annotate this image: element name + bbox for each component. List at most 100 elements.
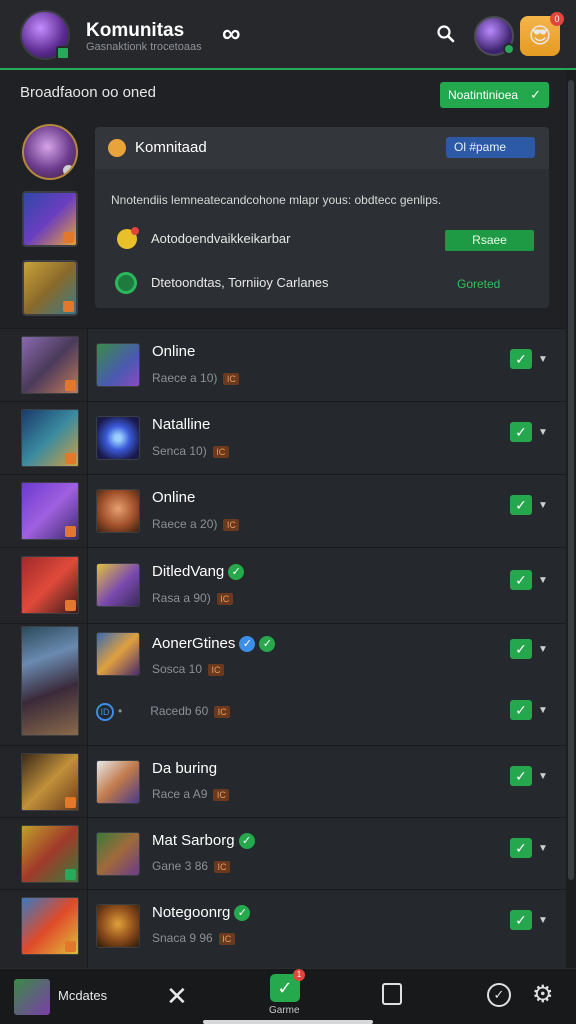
corner-badge-icon — [63, 301, 74, 312]
game-thumbnail — [21, 825, 79, 883]
corner-badge-icon — [65, 941, 76, 952]
coin-icon — [108, 139, 126, 157]
app-subtitle: Gasnaktionk trocetoaas — [86, 41, 202, 53]
channel-avatar-3[interactable] — [22, 260, 78, 316]
card-pill-button[interactable]: Ol #pame — [446, 137, 535, 158]
verified-icon: ✓ — [238, 833, 255, 849]
notifications-chip-label: Noatintinioea — [448, 88, 519, 102]
member-meta: ID • Racedb 60 IC — [96, 703, 231, 721]
member-meta: Raece a 20) IC — [152, 517, 240, 531]
check-toggle[interactable]: ✓ — [510, 570, 532, 590]
game-thumbnail — [21, 482, 79, 540]
scrollbar[interactable] — [566, 70, 576, 968]
member-meta: Rasa a 90) IC — [152, 591, 233, 605]
list-item[interactable]: Online Raece a 20) IC ✓ ▼ — [0, 474, 566, 547]
verified-icon: ✓ — [239, 636, 256, 652]
list-item[interactable]: Online Raece a 10) IC ✓ ▼ — [0, 328, 566, 401]
app-title: Komunitas — [86, 20, 185, 41]
member-meta: Snaca 9 96 IC — [152, 931, 235, 945]
game-tab-label[interactable]: Garme — [269, 1005, 300, 1016]
avatar — [96, 416, 140, 460]
id-circle-icon: ID — [96, 703, 114, 721]
channel-avatar-2[interactable] — [22, 191, 78, 247]
verified-icon: ✓ — [228, 564, 245, 580]
member-meta: Senca 10) IC — [152, 444, 229, 458]
list-item[interactable]: Mat Sarborg ✓ Gane 3 86 IC ✓ ▼ — [0, 817, 566, 889]
avatar — [96, 489, 140, 533]
check-toggle[interactable]: ✓ — [510, 495, 532, 515]
check-toggle[interactable]: ✓ — [510, 349, 532, 369]
chevron-down-icon[interactable]: ▼ — [538, 843, 548, 854]
verified-icon: ✓ — [259, 636, 276, 652]
check-toggle[interactable]: ✓ — [510, 639, 532, 659]
chevron-down-icon[interactable]: ▼ — [538, 500, 548, 511]
card-row-1[interactable]: Aotodoendvaikkeikarbar — [111, 227, 290, 249]
close-icon[interactable]: ✕ — [166, 981, 188, 1012]
verified-icon: ✓ — [234, 905, 251, 921]
channel-avatar-1[interactable] — [22, 124, 78, 180]
member-meta: Gane 3 86 IC — [152, 859, 231, 873]
nav-label[interactable]: Mcdates — [58, 988, 107, 1003]
emoji-icon — [117, 227, 139, 249]
avatar — [96, 632, 140, 676]
chevron-down-icon[interactable]: ▼ — [538, 575, 548, 586]
bottom-nav: Mcdates ✕ ✓ 1 Garme ✓ ⚙ — [0, 968, 576, 1024]
game-thumbnail — [21, 753, 79, 811]
chevron-down-icon[interactable]: ▼ — [538, 771, 548, 782]
game-thumbnail — [21, 897, 79, 955]
check-toggle[interactable]: ✓ — [510, 422, 532, 442]
card-row-1-button[interactable]: Rsaee — [445, 230, 534, 251]
user-avatar[interactable] — [474, 16, 515, 56]
member-name: Da buring — [152, 760, 218, 777]
card-row-2-status: Goreted — [457, 277, 501, 291]
check-circle-icon[interactable]: ✓ — [487, 983, 511, 1007]
list-item[interactable]: Notegoonrg ✓ Snaca 9 96 IC ✓ ▼ — [0, 889, 566, 968]
corner-badge-icon — [63, 165, 74, 176]
card-row-2[interactable]: Dtetoondtas, Torniioy Carlanes — [111, 272, 329, 294]
member-name: Natalline — [152, 416, 211, 433]
corner-badge-icon — [65, 453, 76, 464]
document-icon[interactable] — [382, 983, 402, 1005]
checkmark-icon: ✓ — [530, 87, 541, 102]
community-avatar[interactable] — [20, 10, 70, 60]
check-toggle[interactable]: ✓ — [510, 910, 532, 930]
member-name: Online — [152, 343, 196, 360]
corner-badge-icon — [65, 526, 76, 537]
tag-badge: IC — [213, 789, 230, 801]
check-toggle[interactable]: ✓ — [510, 766, 532, 786]
search-icon[interactable] — [436, 24, 456, 44]
online-badge-icon — [56, 46, 70, 60]
list-item[interactable]: AonerGtines ✓ ✓ Sosca 10 IC ✓ ▼ ID • Racedb 6… — [0, 623, 566, 745]
avatar — [96, 343, 140, 387]
nav-game-thumbnail[interactable] — [14, 979, 50, 1015]
chevron-down-icon[interactable]: ▼ — [538, 427, 548, 438]
scrollbar-thumb[interactable] — [568, 80, 574, 880]
chevron-down-icon[interactable]: ▼ — [538, 915, 548, 926]
notification-count-badge: 0 — [550, 12, 564, 26]
chevron-down-icon[interactable]: ▼ — [538, 644, 548, 655]
notifications-chip[interactable]: Noatintinioea ✓ — [440, 82, 549, 108]
list-item[interactable]: Da buring Race a A9 IC ✓ ▼ — [0, 745, 566, 817]
tag-badge: IC — [212, 446, 229, 458]
notifications-button[interactable]: 😎 0 — [520, 12, 564, 56]
card-description: Nnotendiis lemneatecandcohone mlapr yous… — [111, 193, 442, 207]
member-name: DitledVang ✓ — [152, 563, 245, 580]
list-item[interactable]: DitledVang ✓ Rasa a 90) IC ✓ ▼ — [0, 547, 566, 623]
chevron-down-icon[interactable]: ▼ — [538, 354, 548, 365]
corner-badge-icon — [65, 797, 76, 808]
card-title: Komnitaad — [135, 139, 207, 156]
gear-icon[interactable]: ⚙ — [532, 980, 554, 1009]
list-item[interactable]: Natalline Senca 10) IC ✓ ▼ — [0, 401, 566, 474]
check-toggle[interactable]: ✓ — [510, 700, 532, 720]
check-toggle[interactable]: ✓ — [510, 838, 532, 858]
game-thumbnail — [21, 336, 79, 394]
status-dot-icon — [503, 43, 515, 55]
tag-badge: IC — [223, 373, 240, 385]
member-name: Notegoonrg ✓ — [152, 904, 251, 921]
chevron-down-icon[interactable]: ▼ — [538, 705, 548, 716]
game-count-badge: 1 — [293, 969, 305, 981]
infinity-icon[interactable]: ∞ — [222, 18, 241, 49]
game-tab-button[interactable]: ✓ 1 — [270, 969, 305, 1002]
avatar — [96, 760, 140, 804]
member-meta: Raece a 10) IC — [152, 371, 240, 385]
